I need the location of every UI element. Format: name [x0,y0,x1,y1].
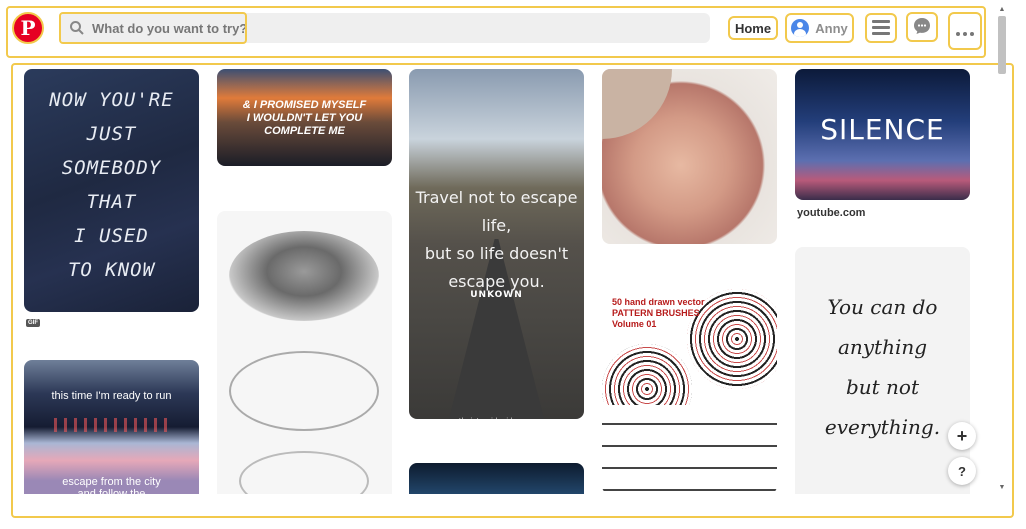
scroll-up-arrow-icon[interactable]: ▲ [996,6,1008,16]
scrollbar[interactable]: ▲ ▼ [996,6,1008,496]
scroll-down-arrow-icon[interactable]: ▼ [996,484,1008,494]
help-button[interactable]: ? [948,457,976,485]
grid-highlight [11,63,1014,518]
add-pin-button[interactable]: + [948,422,976,450]
scroll-thumb[interactable] [998,16,1006,74]
